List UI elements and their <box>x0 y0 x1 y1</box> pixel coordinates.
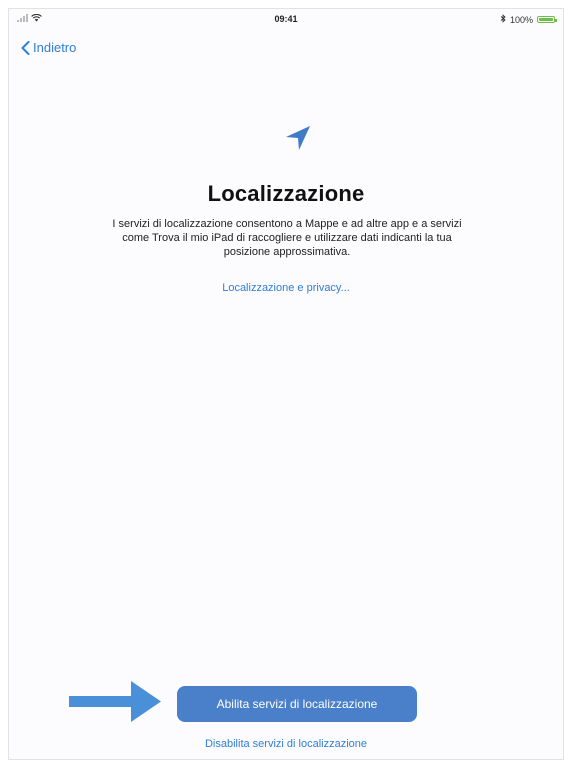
back-label: Indietro <box>33 40 77 55</box>
chevron-left-icon <box>21 40 30 55</box>
battery-icon <box>537 16 557 23</box>
battery-percent: 100% <box>509 14 533 25</box>
description-text: I servizi di localizzazione consentono a… <box>112 218 462 258</box>
enable-location-button[interactable]: Abilita servizi di localizzazione <box>177 686 417 722</box>
status-bar: 09:41 100% <box>9 9 563 29</box>
bluetooth-icon <box>500 14 506 25</box>
status-right: 100% <box>500 14 557 25</box>
page-title: Localizzazione <box>207 181 365 206</box>
status-time: 09:41 <box>274 14 298 24</box>
back-button[interactable]: Indietro <box>21 40 76 55</box>
location-arrow-icon <box>283 123 313 158</box>
ipad-screen: 09:41 100% Indietro Localizzazione I ser… <box>8 8 564 760</box>
pointer-arrow-icon <box>69 679 165 730</box>
disable-location-link[interactable]: Disabilita servizi di localizzazione <box>9 738 563 750</box>
privacy-link[interactable]: Localizzazione e privacy... <box>9 282 563 294</box>
